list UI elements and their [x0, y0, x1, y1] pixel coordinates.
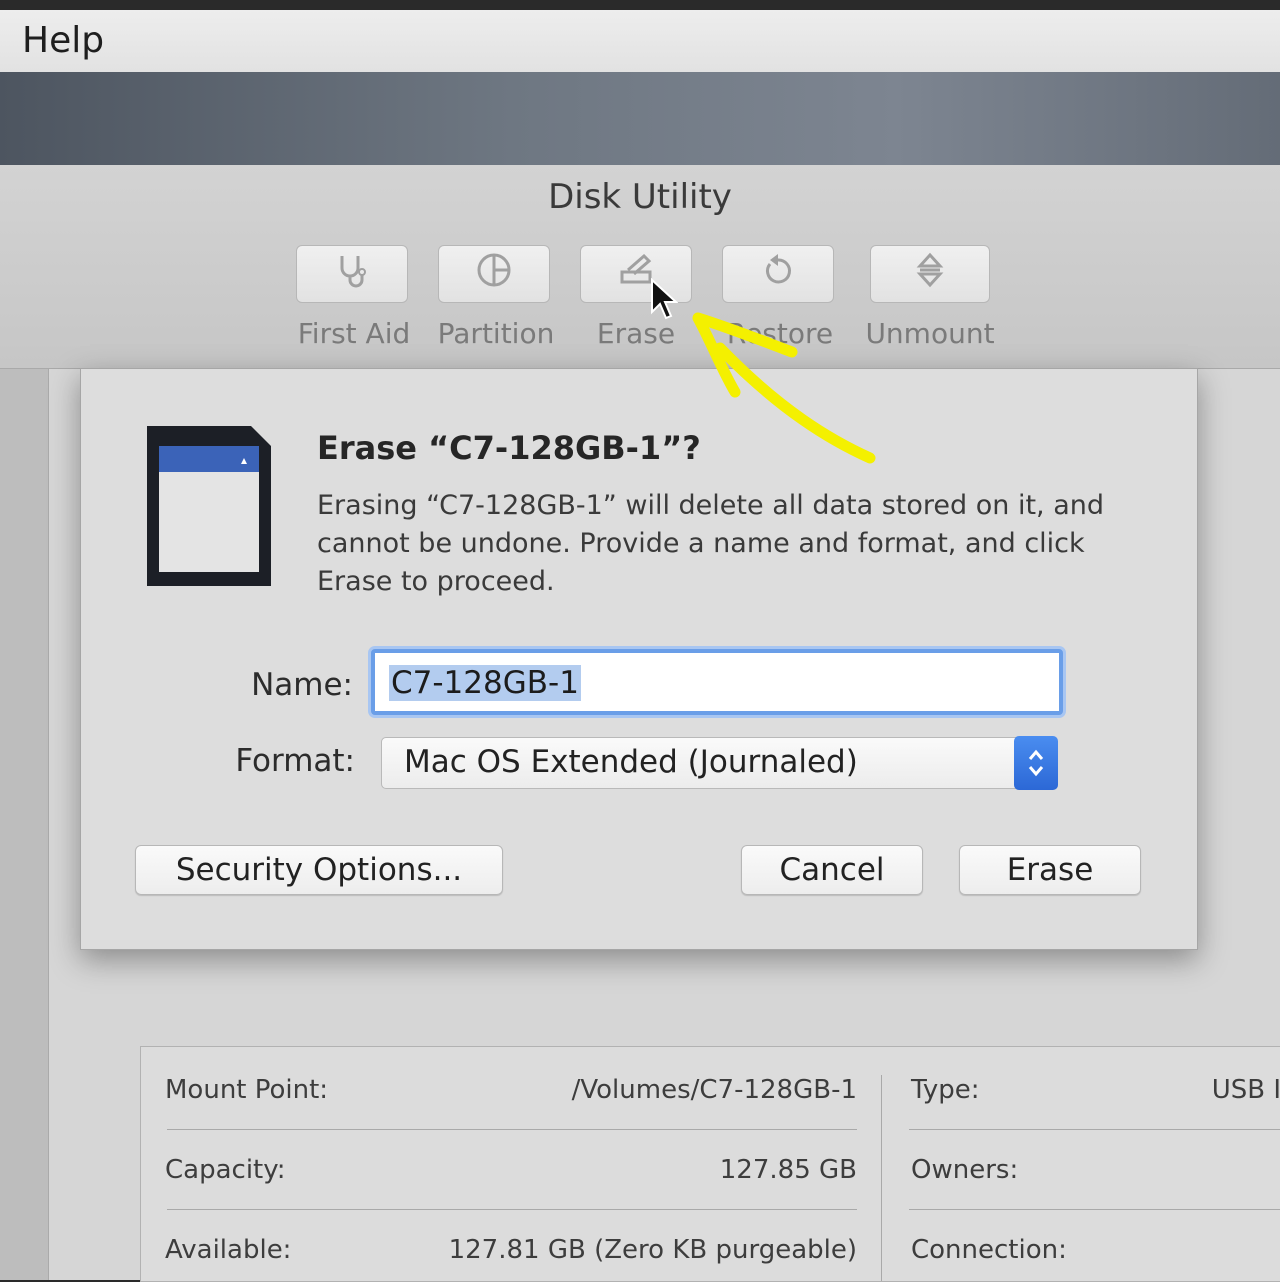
format-label: Format:	[235, 743, 355, 779]
connection-label: Connection:	[911, 1235, 1067, 1265]
dialog-title: Erase “C7-128GB-1”?	[317, 429, 701, 467]
volume-info-panel: Mount Point: /Volumes/C7-128GB-1 Capacit…	[140, 1046, 1280, 1282]
pie-partition-icon	[474, 250, 514, 298]
row-divider	[167, 1209, 857, 1210]
name-field[interactable]: C7-128GB-1	[371, 649, 1063, 715]
capacity-value: 127.85 GB	[719, 1155, 857, 1185]
partition-button[interactable]	[438, 245, 550, 303]
mount-point-value: /Volumes/C7-128GB-1	[571, 1075, 857, 1105]
name-label: Name:	[251, 667, 353, 703]
partition-label: Partition	[437, 317, 555, 350]
dialog-message: Erasing “C7-128GB-1” will delete all dat…	[317, 490, 1104, 597]
erase-confirm-button[interactable]: Erase	[959, 845, 1141, 895]
mouse-pointer-icon	[650, 277, 679, 322]
eject-icon	[910, 250, 950, 298]
desktop-background	[0, 72, 1280, 168]
security-options-button[interactable]: Security Options...	[135, 845, 503, 895]
first-aid-label: First Aid	[297, 317, 411, 350]
menu-help[interactable]: Help	[22, 20, 104, 61]
cancel-button[interactable]: Cancel	[741, 845, 923, 895]
toolbar: Disk Utility First Aid Partition Erase R…	[0, 165, 1280, 369]
type-value: USB I	[1211, 1075, 1280, 1105]
mount-point-label: Mount Point:	[165, 1075, 329, 1105]
erase-dialog: Erase “C7-128GB-1”? Erasing “C7-128GB-1”…	[80, 368, 1198, 950]
format-select[interactable]: Mac OS Extended (Journaled)	[381, 736, 1058, 790]
capacity-label: Capacity:	[165, 1155, 286, 1185]
first-aid-button[interactable]	[296, 245, 408, 303]
available-value: 127.81 GB (Zero KB purgeable)	[448, 1235, 857, 1265]
sidebar	[0, 369, 49, 1280]
format-value: Mac OS Extended (Journaled)	[404, 744, 858, 780]
name-value: C7-128GB-1	[389, 665, 581, 701]
column-divider	[881, 1075, 882, 1281]
row-divider	[167, 1129, 857, 1130]
type-label: Type:	[911, 1075, 980, 1105]
window-title: Disk Utility	[548, 177, 732, 217]
row-divider	[909, 1129, 1280, 1130]
menu-bar: Help	[0, 10, 1280, 72]
restore-arrow-icon	[758, 250, 798, 298]
sd-card-icon	[147, 426, 271, 586]
owners-label: Owners:	[911, 1155, 1019, 1185]
select-stepper-icon	[1014, 736, 1058, 790]
row-divider	[909, 1209, 1280, 1210]
yellow-annotation-arrow-icon	[680, 300, 890, 470]
available-label: Available:	[165, 1235, 292, 1265]
restore-button[interactable]	[722, 245, 834, 303]
unmount-button[interactable]	[870, 245, 990, 303]
stethoscope-icon	[332, 250, 372, 298]
